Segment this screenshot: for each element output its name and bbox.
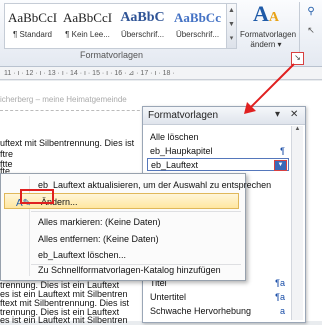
- style-name: ¶ Standard: [13, 30, 52, 39]
- find-icon: ⚲: [307, 6, 315, 17]
- character-style-icon: a: [279, 306, 285, 316]
- pane-row-style[interactable]: eb_Haupkapitel ¶: [147, 145, 289, 158]
- pane-row-style[interactable]: Untertitel ¶a: [147, 291, 289, 304]
- style-name: Überschrif...: [120, 30, 165, 39]
- doc-line: uftext mit Silbentrennung. Dies ist: [0, 138, 135, 148]
- pane-row-label: eb_Haupkapitel: [150, 146, 213, 156]
- style-sample: AaBbCcI: [7, 10, 58, 25]
- change-styles-icon: AA: [252, 1, 279, 26]
- styles-dialog-launcher[interactable]: ↘: [291, 52, 304, 65]
- style-name: ¶ Kein Lee...: [65, 30, 110, 39]
- style-standard[interactable]: AaBbCcI ¶ Standard: [5, 4, 60, 48]
- paragraph-mark-icon: ¶: [280, 146, 285, 156]
- change-styles-label-2: ändern ▾: [250, 40, 282, 49]
- menu-item-select-all[interactable]: Alles markieren: (Keine Daten): [2, 214, 242, 230]
- pane-menu-icon[interactable]: ▾: [275, 109, 280, 120]
- close-icon[interactable]: ✕: [290, 109, 298, 120]
- document-header: icherberg – meine Heimatgemeinde: [0, 95, 127, 104]
- annotation-highlight-box: [20, 189, 54, 204]
- style-heading-1[interactable]: AaBbC Überschrif...: [115, 4, 170, 48]
- styles-group-label: Formatvorlagen: [80, 50, 144, 60]
- linked-style-icon: ¶a: [275, 292, 285, 302]
- style-heading-2[interactable]: AaBbCc Überschrif...: [170, 4, 225, 48]
- pane-row-label: Alle löschen: [150, 132, 199, 142]
- menu-item-delete-style[interactable]: eb_Lauftext löschen...: [2, 247, 242, 263]
- change-styles-label: Formatvorlagen: [240, 30, 297, 39]
- linked-style-icon: ¶a: [275, 278, 285, 288]
- style-sample: AaBbCcI: [62, 10, 113, 25]
- style-name: Überschrif...: [175, 30, 220, 39]
- scroll-up-icon[interactable]: ▲: [292, 126, 303, 132]
- pane-row-label: eb_Lauftext: [151, 160, 199, 170]
- menu-item-add-to-gallery[interactable]: Zu Schnellformatvorlagen-Katalog hinzufü…: [2, 262, 242, 278]
- pane-row-selected-style[interactable]: eb_Lauftext ▼: [147, 158, 289, 171]
- horizontal-ruler: 11 · ı · 12 · ı · 13 · ı · 14 · ı · 15 ·…: [0, 67, 322, 80]
- pane-row-clear-all[interactable]: Alle löschen: [147, 131, 289, 144]
- style-dropdown-arrow-icon[interactable]: ▼: [274, 160, 287, 171]
- style-sample: AaBbCc: [174, 10, 221, 25]
- pane-row-label: Untertitel: [150, 292, 187, 302]
- pane-scrollbar[interactable]: ▲: [291, 126, 303, 320]
- select-icon: ↖: [307, 25, 315, 35]
- doc-line: es ist ein Lauftext mit Silbentren: [0, 315, 128, 325]
- styles-pane-titlebar: Formatvorlagen ▾ ✕: [143, 107, 305, 125]
- menu-separator: [31, 211, 241, 212]
- gallery-scroll-buttons[interactable]: ▲ ▼ ▾: [226, 3, 237, 49]
- pane-row-label: Schwache Hervorhebung: [150, 306, 252, 316]
- quick-styles-gallery: AaBbCcI ¶ Standard AaBbCcI ¶ Kein Lee...…: [4, 3, 228, 49]
- pane-row-style[interactable]: Schwache Hervorhebung a: [147, 305, 289, 318]
- styles-pane-title: Formatvorlagen: [148, 110, 219, 121]
- change-styles-button[interactable]: AA Formatvorlagen ändern ▾: [240, 1, 297, 50]
- menu-item-remove-all[interactable]: Alles entfernen: (Keine Daten): [2, 231, 242, 247]
- style-sample: AaBbC: [120, 10, 165, 25]
- style-no-spacing[interactable]: AaBbCcI ¶ Kein Lee...: [60, 4, 115, 48]
- doc-line: ftre: [0, 149, 14, 159]
- header-separator: [0, 110, 150, 111]
